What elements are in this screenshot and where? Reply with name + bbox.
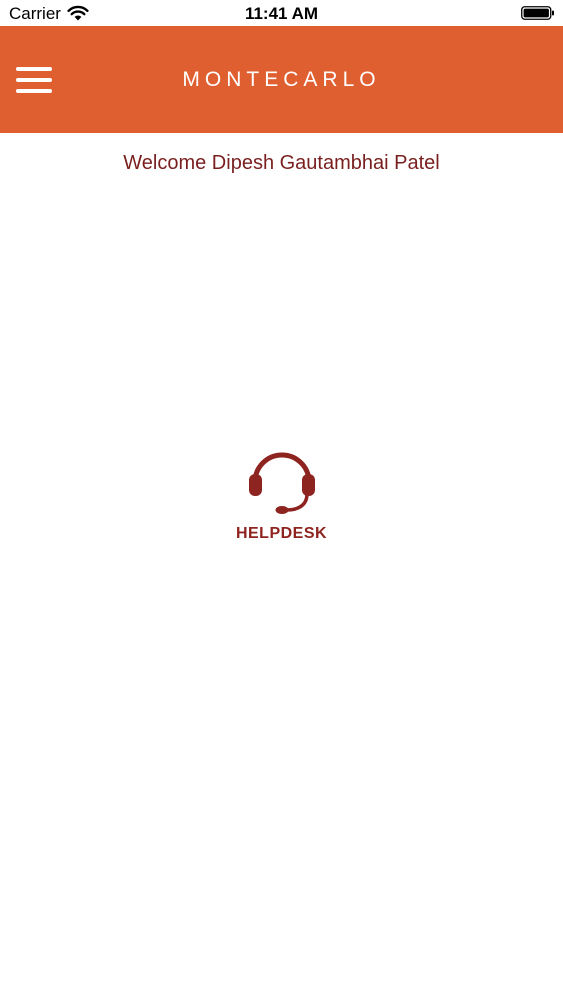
status-bar: Carrier 11:41 AM [0,0,563,26]
app-screen: Carrier 11:41 AM MONTECARLO Welcome Dipe… [0,0,563,1000]
headset-icon [249,452,315,514]
helpdesk-label: HELPDESK [235,525,328,542]
welcome-message: Welcome Dipesh Gautambhai Patel [123,152,440,174]
app-title: MONTECARLO [182,68,381,91]
clock-time: 11:41 AM [244,4,319,23]
battery-icon [521,6,554,20]
hamburger-menu-icon[interactable] [16,67,52,93]
header-bar: MONTECARLO [0,26,563,133]
helpdesk-button[interactable]: HELPDESK [221,440,342,550]
